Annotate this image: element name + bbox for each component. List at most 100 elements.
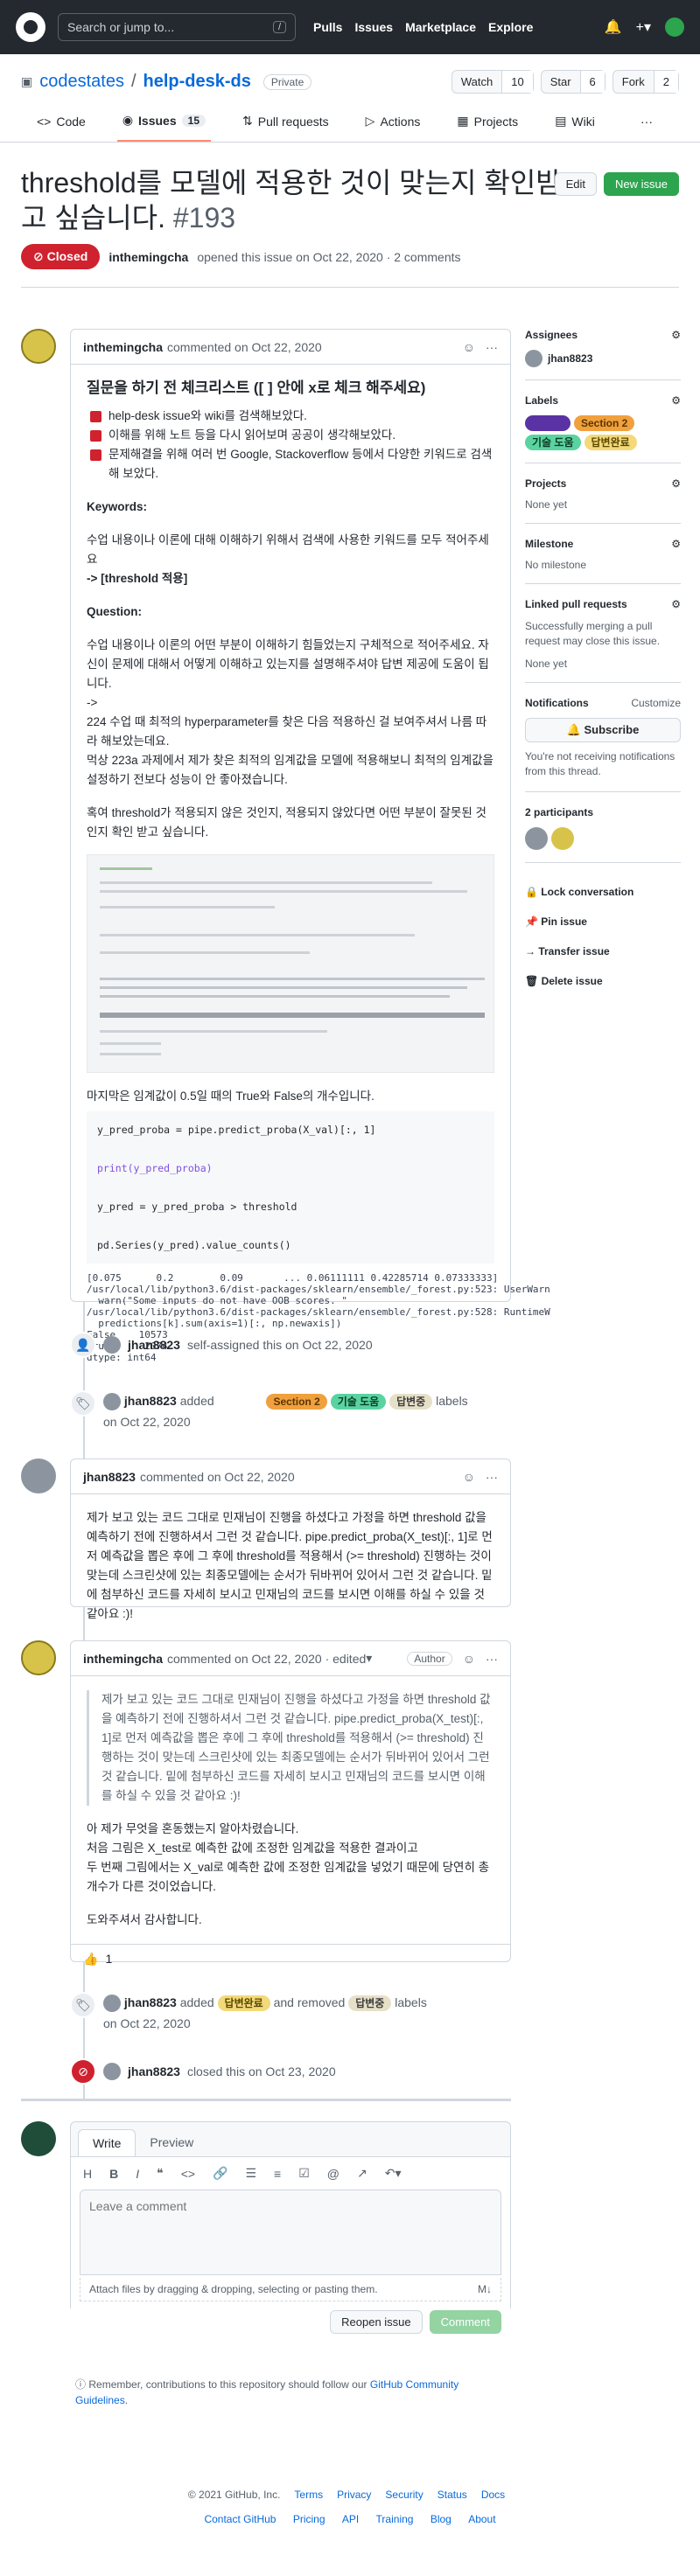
heading-icon[interactable]: H xyxy=(83,2167,92,2181)
label-answered[interactable]: 답변완료 xyxy=(217,1995,270,2011)
task-list-icon[interactable]: ☑ xyxy=(298,2166,310,2181)
gear-icon[interactable]: ⚙ xyxy=(671,477,681,490)
lock-icon: 🔒 xyxy=(525,886,538,898)
footer-security[interactable]: Security xyxy=(385,2489,423,2501)
star-button[interactable]: Star 6 xyxy=(540,70,606,94)
attach-area[interactable]: Attach files by dragging & dropping, sel… xyxy=(80,2278,501,2301)
label-purple[interactable] xyxy=(525,415,570,431)
tab-code[interactable]: <> Code xyxy=(32,113,91,142)
guidelines-note: ⓘ Remember, contributions to this reposi… xyxy=(75,2378,459,2406)
reopen-issue-button[interactable]: Reopen issue xyxy=(330,2310,423,2334)
comment-editor: Write Preview H B I ❝ <> 🔗 ☰ ≡ ☑ @ ↗ ↶▾ Attach f… xyxy=(70,2121,511,2343)
footer-status[interactable]: Status xyxy=(438,2489,467,2501)
avatar[interactable] xyxy=(21,1459,56,1493)
footer-about[interactable]: About xyxy=(468,2513,495,2525)
tag-icon: 🏷 xyxy=(70,1992,96,2018)
footer-training[interactable]: Training xyxy=(376,2513,414,2525)
italic-icon[interactable]: I xyxy=(136,2167,139,2181)
fork-button[interactable]: Fork 2 xyxy=(612,70,679,94)
watch-button[interactable]: Watch 10 xyxy=(451,70,534,94)
global-nav: Pulls Issues Marketplace Explore xyxy=(313,20,533,34)
tab-actions[interactable]: ▷ Actions xyxy=(360,113,426,142)
avatar xyxy=(103,1336,121,1354)
repo-owner-link[interactable]: codestates xyxy=(39,72,124,92)
checkbox-checked xyxy=(90,449,102,461)
delete-issue-link[interactable]: 🗑 Delete issue xyxy=(525,966,681,996)
event-labels-changed: 🏷 jhan8823 added 답변완료 and removed 답변중 la… xyxy=(70,1992,427,2034)
github-logo-icon[interactable] xyxy=(16,12,46,42)
avatar[interactable] xyxy=(21,329,56,364)
list-icon[interactable]: ☰ xyxy=(245,2166,256,2181)
more-icon[interactable]: ··· xyxy=(635,113,658,142)
avatar[interactable] xyxy=(665,17,684,37)
reaction-thumbs-up[interactable]: 👍 1 xyxy=(71,1944,510,1974)
quote-icon[interactable]: ❝ xyxy=(157,2166,164,2181)
footer-api[interactable]: API xyxy=(342,2513,359,2525)
gear-icon[interactable]: ⚙ xyxy=(671,329,681,341)
label-answered[interactable]: 답변완료 xyxy=(584,435,637,450)
footer-blog[interactable]: Blog xyxy=(430,2513,452,2525)
edit-button[interactable]: Edit xyxy=(554,172,598,196)
smiley-icon[interactable]: ☺ xyxy=(463,340,475,354)
tab-write[interactable]: Write xyxy=(78,2129,136,2156)
bold-icon[interactable]: B xyxy=(109,2167,118,2181)
label-answering[interactable]: 답변중 xyxy=(389,1394,433,1410)
tab-issues[interactable]: ◉ Issues 15 xyxy=(116,113,211,142)
gear-icon[interactable]: ⚙ xyxy=(671,538,681,550)
tab-projects[interactable]: ▦ Projects xyxy=(452,113,523,142)
comment-button[interactable]: Comment xyxy=(429,2310,501,2334)
pin-issue-link[interactable]: 📌 Pin issue xyxy=(525,907,681,936)
avatar xyxy=(525,350,542,367)
reference-icon[interactable]: ↗ xyxy=(357,2166,368,2181)
label-answering[interactable]: 답변중 xyxy=(348,1995,392,2011)
smiley-icon[interactable]: ☺ xyxy=(463,1652,475,1666)
link-icon[interactable]: 🔗 xyxy=(213,2166,228,2181)
new-issue-button[interactable]: New issue xyxy=(604,172,679,196)
gear-icon[interactable]: ⚙ xyxy=(671,394,681,407)
footer-contact[interactable]: Contact GitHub xyxy=(204,2513,276,2525)
footer-terms[interactable]: Terms xyxy=(294,2489,323,2501)
customize-link[interactable]: Customize xyxy=(631,697,681,709)
reply-icon[interactable]: ↶▾ xyxy=(385,2166,402,2181)
code-icon[interactable]: <> xyxy=(181,2167,195,2181)
plus-icon[interactable]: +▾ xyxy=(636,18,651,36)
label-section2[interactable]: Section 2 xyxy=(574,415,635,431)
avatar[interactable] xyxy=(21,2121,56,2156)
tab-preview[interactable]: Preview xyxy=(136,2129,207,2156)
kebab-icon[interactable]: ··· xyxy=(486,1470,498,1484)
screenshot-image[interactable] xyxy=(87,854,494,1073)
kebab-icon[interactable]: ··· xyxy=(486,340,498,354)
nav-issues[interactable]: Issues xyxy=(354,20,393,34)
comment-textarea[interactable] xyxy=(80,2190,501,2275)
avatar[interactable] xyxy=(21,1640,56,1675)
ordered-list-icon[interactable]: ≡ xyxy=(274,2167,281,2181)
avatar xyxy=(551,827,574,850)
book-icon: ▤ xyxy=(555,114,567,128)
label-tech-help[interactable]: 기술 도움 xyxy=(525,435,581,450)
comment-author[interactable]: inthemingcha xyxy=(83,340,163,354)
gear-icon[interactable]: ⚙ xyxy=(671,598,681,610)
avatar xyxy=(103,2063,121,2080)
footer-privacy[interactable]: Privacy xyxy=(337,2489,371,2501)
label-section2[interactable]: Section 2 xyxy=(266,1394,327,1410)
subscribe-button[interactable]: 🔔 Subscribe xyxy=(525,718,681,742)
mention-icon[interactable]: @ xyxy=(327,2167,340,2181)
kebab-icon[interactable]: ··· xyxy=(486,1652,498,1666)
footer-docs[interactable]: Docs xyxy=(481,2489,505,2501)
arrow-right-icon: → xyxy=(525,945,536,957)
nav-pulls[interactable]: Pulls xyxy=(313,20,342,34)
smiley-icon[interactable]: ☺ xyxy=(463,1470,475,1484)
tab-wiki[interactable]: ▤ Wiki xyxy=(550,113,600,142)
nav-marketplace[interactable]: Marketplace xyxy=(405,20,476,34)
repo-name-link[interactable]: help-desk-ds xyxy=(144,72,251,92)
lock-conversation-link[interactable]: 🔒 Lock conversation xyxy=(525,877,681,907)
nav-explore[interactable]: Explore xyxy=(488,20,533,34)
tab-pull-requests[interactable]: ⇅ Pull requests xyxy=(237,113,334,142)
search-input[interactable]: Search or jump to... / xyxy=(58,13,296,41)
label-tech-help[interactable]: 기술 도움 xyxy=(330,1394,387,1410)
transfer-issue-link[interactable]: → Transfer issue xyxy=(525,936,681,966)
bell-icon[interactable]: 🔔 xyxy=(605,18,622,36)
global-header: Search or jump to... / Pulls Issues Marke… xyxy=(0,0,700,54)
issue-author[interactable]: inthemingcha xyxy=(108,250,188,264)
footer-pricing[interactable]: Pricing xyxy=(293,2513,326,2525)
